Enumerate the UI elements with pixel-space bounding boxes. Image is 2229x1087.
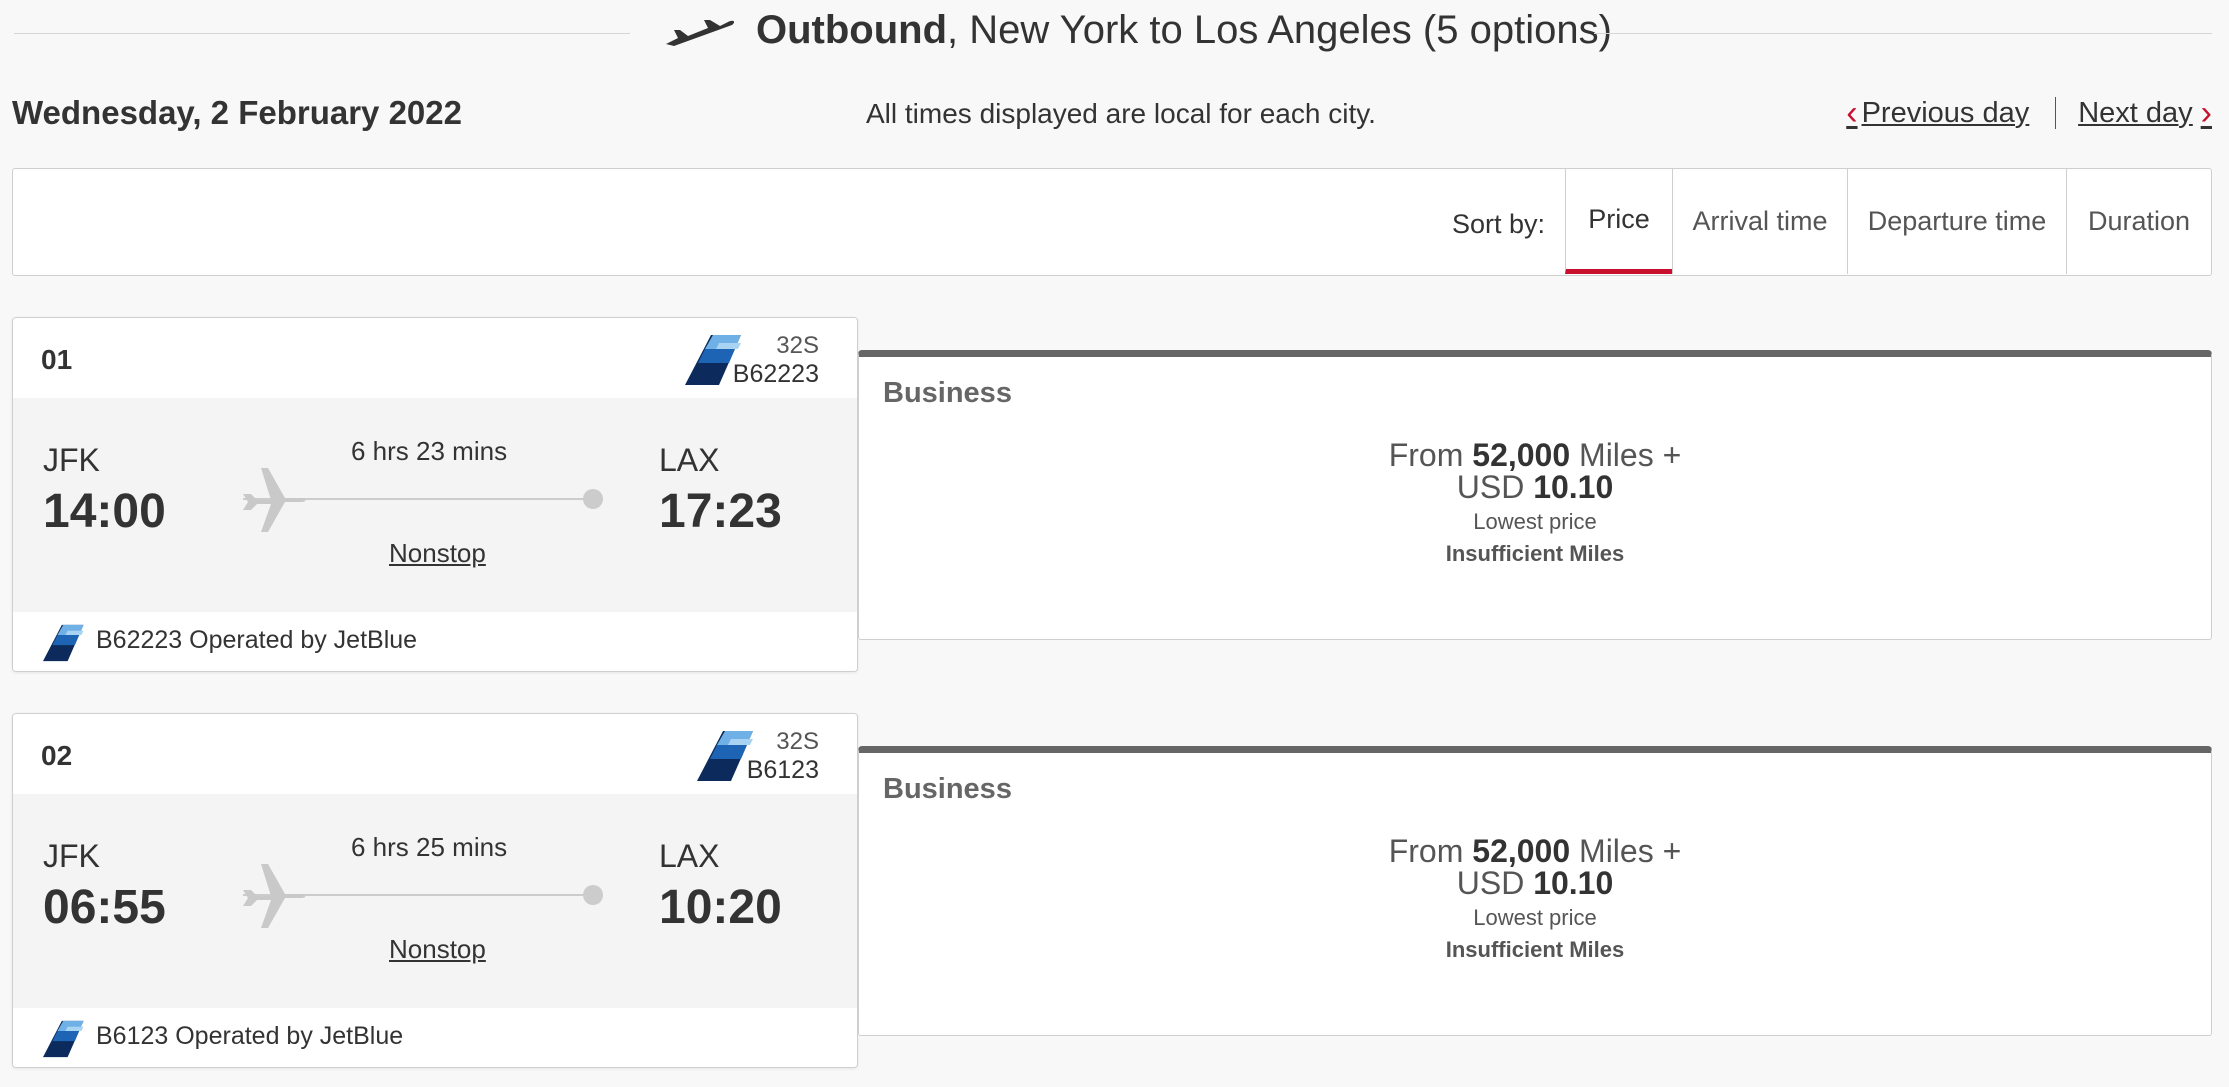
operator-row: B6123 Operated by JetBlue xyxy=(13,1008,857,1067)
nonstop-link[interactable]: Nonstop xyxy=(389,934,486,965)
fare-price: From 52,000 Miles + USD 10.10 xyxy=(859,439,2211,503)
chevron-left-icon: ‹ xyxy=(1846,94,1858,132)
route-end-dot xyxy=(583,885,603,905)
cabin-class: Business xyxy=(883,773,1012,805)
outbound-label: Outbound xyxy=(756,8,948,52)
cash-amount: 10.10 xyxy=(1533,865,1614,901)
cabin-class: Business xyxy=(883,377,1012,409)
sort-tab-duration[interactable]: Duration xyxy=(2066,169,2211,274)
flight-duration: 6 hrs 25 mins xyxy=(351,832,508,862)
flight-card-header: 02 32S B6123 xyxy=(13,714,857,794)
insufficient-miles-label: Insufficient Miles xyxy=(1445,937,1625,962)
previous-day-label: Previous day xyxy=(1861,96,2030,129)
jetblue-tail-logo-icon xyxy=(43,1020,84,1058)
nonstop-link[interactable]: Nonstop xyxy=(389,538,486,569)
outbound-title: Outbound, New York to Los Angeles (5 opt… xyxy=(664,8,1612,53)
flight-card-header: 01 32S B62223 xyxy=(13,318,857,398)
aircraft-type: 32S xyxy=(776,728,819,755)
header-rule-left xyxy=(14,33,630,34)
flight-option-number: 01 xyxy=(41,344,73,375)
flight-number: B62223 xyxy=(732,360,819,388)
flight-itinerary: JFK 06:55 6 hrs 25 mins Nonstop LAX 10:2… xyxy=(13,794,857,1008)
flight-card[interactable]: 02 32S B6123 JFK 06:55 6 hrs 25 mins Non… xyxy=(12,713,858,1068)
previous-day-link[interactable]: ‹ Previous day xyxy=(1846,96,2029,130)
day-navigation: ‹ Previous day Next day › xyxy=(1846,96,2212,130)
currency-code: USD xyxy=(1456,469,1525,505)
arrival-time: 17:23 xyxy=(659,485,782,538)
departure-time: 06:55 xyxy=(43,881,166,934)
flight-itinerary: JFK 14:00 6 hrs 23 mins Nonstop LAX 17:2… xyxy=(13,398,857,612)
jetblue-tail-logo-icon xyxy=(43,624,84,662)
lowest-price-label: Lowest price xyxy=(1473,905,1597,930)
next-day-link[interactable]: Next day › xyxy=(2078,96,2212,130)
flight-duration: 6 hrs 23 mins xyxy=(351,436,508,466)
next-day-label: Next day xyxy=(2078,96,2193,129)
route-label: , New York to Los Angeles (5 options) xyxy=(947,8,1612,52)
operated-by-text: B6123 Operated by JetBlue xyxy=(96,1022,404,1050)
miles-unit: Miles + xyxy=(1579,437,1682,473)
business-fare-panel[interactable]: Business From 52,000 Miles + USD 10.10 L… xyxy=(858,746,2212,1036)
operated-by-text: B62223 Operated by JetBlue xyxy=(96,626,418,654)
sort-tab-arrival-time[interactable]: Arrival time xyxy=(1672,169,1847,274)
day-nav-separator xyxy=(2055,97,2057,129)
destination-airport: LAX xyxy=(659,442,720,478)
insufficient-miles-label: Insufficient Miles xyxy=(1445,541,1625,566)
price-from-label: From xyxy=(1388,833,1464,869)
airplane-icon xyxy=(243,468,306,532)
date-row: Wednesday, 2 February 2022 All times dis… xyxy=(12,90,2212,140)
price-from-label: From xyxy=(1388,437,1464,473)
airplane-icon xyxy=(243,864,306,928)
sort-label: Sort by: xyxy=(1451,209,1545,239)
miles-amount: 52,000 xyxy=(1472,437,1571,473)
departure-time: 14:00 xyxy=(43,485,166,538)
destination-airport: LAX xyxy=(659,838,720,874)
flight-option: 01 32S B62223 JFK 14:00 6 hrs 23 mins No… xyxy=(12,317,2212,672)
cash-amount: 10.10 xyxy=(1533,469,1614,505)
airplane-takeoff-icon xyxy=(666,19,735,46)
origin-airport: JFK xyxy=(43,442,100,478)
origin-airport: JFK xyxy=(43,838,100,874)
currency-code: USD xyxy=(1456,865,1525,901)
sort-tab-price[interactable]: Price xyxy=(1565,169,1672,274)
flight-option-number: 02 xyxy=(41,740,73,771)
local-time-note: All times displayed are local for each c… xyxy=(866,98,1376,129)
route-end-dot xyxy=(583,489,603,509)
lowest-price-label: Lowest price xyxy=(1473,509,1597,534)
header-rule-right xyxy=(1594,33,2212,34)
operator-row: B62223 Operated by JetBlue xyxy=(13,612,857,671)
outbound-header: Outbound, New York to Los Angeles (5 opt… xyxy=(14,0,2212,66)
miles-amount: 52,000 xyxy=(1472,833,1571,869)
fare-price: From 52,000 Miles + USD 10.10 xyxy=(859,835,2211,899)
sort-tabs: Price Arrival time Departure time Durati… xyxy=(1565,169,2211,274)
flight-option: 02 32S B6123 JFK 06:55 6 hrs 25 mins Non… xyxy=(12,713,2212,1068)
business-fare-panel[interactable]: Business From 52,000 Miles + USD 10.10 L… xyxy=(858,350,2212,640)
travel-date: Wednesday, 2 February 2022 xyxy=(12,94,462,131)
miles-unit: Miles + xyxy=(1579,833,1682,869)
aircraft-type: 32S xyxy=(776,332,819,359)
arrival-time: 10:20 xyxy=(659,881,782,934)
sort-tab-departure-time[interactable]: Departure time xyxy=(1847,169,2066,274)
flight-number: B6123 xyxy=(746,756,819,784)
chevron-right-icon: › xyxy=(2200,94,2212,132)
flight-card[interactable]: 01 32S B62223 JFK 14:00 6 hrs 23 mins No… xyxy=(12,317,858,672)
sort-bar: Sort by: Price Arrival time Departure ti… xyxy=(12,168,2212,276)
